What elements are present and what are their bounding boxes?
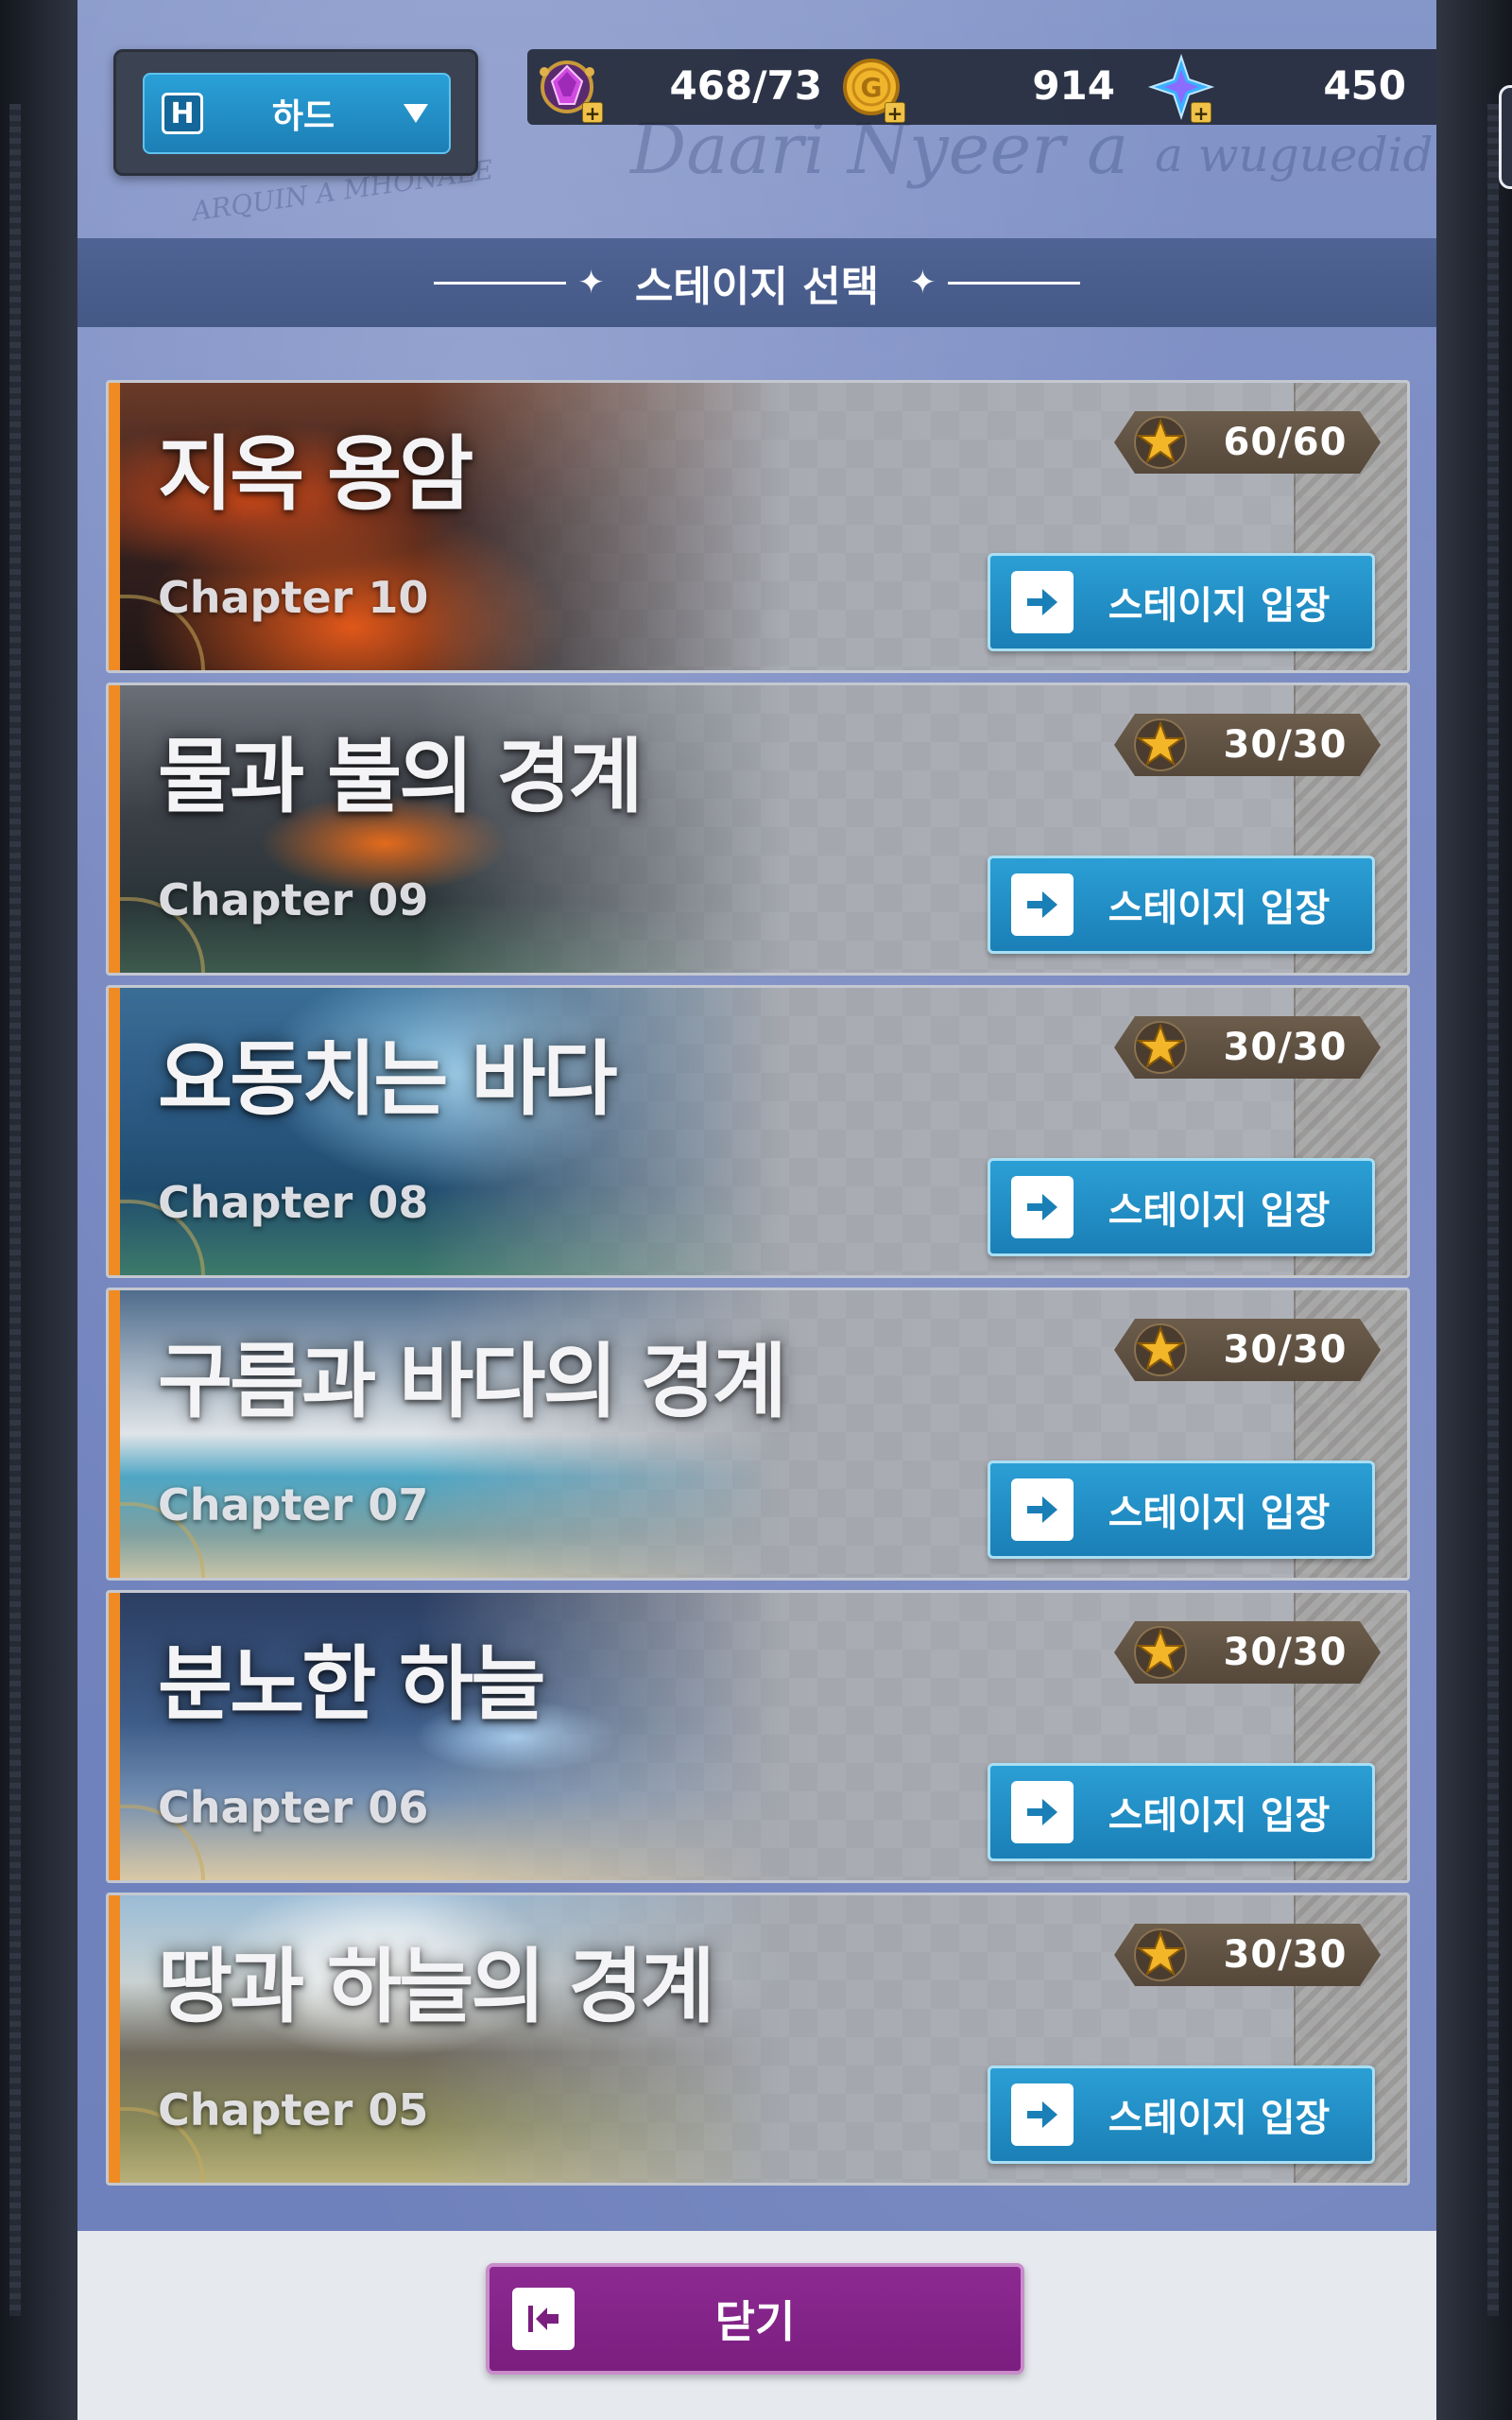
star-icon <box>1134 1626 1187 1679</box>
chapter-number: Chapter 10 <box>158 572 429 623</box>
enter-stage-label: 스테이지 입장 <box>1108 584 1331 628</box>
arrow-right-icon <box>1011 1478 1074 1541</box>
divider <box>947 281 1080 285</box>
resource-value: 468/73 <box>669 62 822 109</box>
enter-stage-label: 스테이지 입장 <box>1108 1794 1331 1838</box>
star-count: 30/30 <box>1223 1328 1348 1372</box>
arrow-right-icon <box>1011 1781 1074 1843</box>
chapter-card[interactable]: 물과 불의 경계 Chapter 09 30/30 스테이지 입장 <box>106 683 1410 976</box>
divider <box>434 281 567 285</box>
card-accent-bar <box>109 1593 120 1880</box>
chapter-title: 요동치는 바다 <box>158 1032 618 1127</box>
star-icon <box>1134 1928 1187 1981</box>
difficulty-badge: H <box>162 93 203 134</box>
resource-crystal[interactable]: + 450 <box>1134 49 1436 125</box>
plus-icon[interactable]: + <box>885 102 905 124</box>
star-icon <box>1134 1021 1187 1074</box>
arrow-right-icon <box>1011 1176 1074 1238</box>
chapter-title: 땅과 하늘의 경계 <box>158 1940 715 2034</box>
resource-bar: + 468/73 G + 914 + 450 <box>527 49 1436 125</box>
star-icon <box>1134 718 1187 771</box>
star-count-badge: 60/60 <box>1114 411 1381 474</box>
resource-value: 450 <box>1323 62 1406 109</box>
arrow-right-icon <box>1011 571 1074 633</box>
arrow-right-icon <box>1011 873 1074 936</box>
star-count-badge: 30/30 <box>1114 714 1381 776</box>
difficulty-dropdown[interactable]: H 하드 <box>143 73 451 154</box>
star-count-badge: 30/30 <box>1114 1924 1381 1986</box>
sparkle-icon: ✦ <box>909 264 936 302</box>
chapter-title: 물과 불의 경계 <box>158 730 644 824</box>
plus-icon[interactable]: + <box>582 102 603 124</box>
chapter-card[interactable]: 땅과 하늘의 경계 Chapter 05 30/30 스테이지 입장 <box>106 1893 1410 2186</box>
enter-stage-button[interactable]: 스테이지 입장 <box>988 1158 1375 1256</box>
exit-icon <box>512 2288 575 2350</box>
star-count: 60/60 <box>1223 421 1348 464</box>
card-accent-bar <box>109 685 120 973</box>
chapter-title: 지옥 용암 <box>158 427 473 522</box>
star-count: 30/30 <box>1223 1026 1348 1069</box>
card-accent-bar <box>109 1895 120 2183</box>
chapter-card[interactable]: 요동치는 바다 Chapter 08 30/30 스테이지 입장 <box>106 985 1410 1278</box>
page-title: 스테이지 선택 <box>634 263 880 311</box>
chapter-number: Chapter 08 <box>158 1177 429 1228</box>
star-count-badge: 30/30 <box>1114 1621 1381 1684</box>
arrow-right-icon <box>1011 2083 1074 2146</box>
chapter-title: 분노한 하늘 <box>158 1637 546 1732</box>
close-button[interactable]: 닫기 <box>486 2263 1024 2375</box>
star-count: 30/30 <box>1223 1933 1348 1977</box>
chapter-number: Chapter 09 <box>158 874 429 925</box>
card-accent-bar <box>109 1290 120 1578</box>
star-count: 30/30 <box>1223 1631 1348 1674</box>
svg-text:G: G <box>861 72 883 103</box>
enter-stage-label: 스테이지 입장 <box>1108 2097 1331 2140</box>
chapter-card[interactable]: 분노한 하늘 Chapter 06 30/30 스테이지 입장 <box>106 1590 1410 1883</box>
chapter-card[interactable]: 지옥 용암 Chapter 10 60/60 스테이지 입장 <box>106 380 1410 673</box>
star-count-badge: 30/30 <box>1114 1319 1381 1381</box>
resource-gold[interactable]: G + 914 <box>832 49 1134 125</box>
enter-stage-button[interactable]: 스테이지 입장 <box>988 1763 1375 1861</box>
resource-value: 914 <box>1032 62 1115 109</box>
chapter-title: 구름과 바다의 경계 <box>158 1335 787 1429</box>
chevron-down-icon <box>404 104 428 123</box>
difficulty-label: 하드 <box>271 97 335 136</box>
resource-gems[interactable]: + 468/73 <box>527 49 832 125</box>
enter-stage-label: 스테이지 입장 <box>1108 1189 1331 1233</box>
enter-stage-button[interactable]: 스테이지 입장 <box>988 1461 1375 1559</box>
chapter-number: Chapter 05 <box>158 2084 429 2135</box>
star-count: 30/30 <box>1223 723 1348 767</box>
background-map-text: a wuguedid <box>1155 128 1434 182</box>
side-tab-handle[interactable] <box>1499 85 1512 189</box>
enter-stage-button[interactable]: 스테이지 입장 <box>988 856 1375 954</box>
enter-stage-label: 스테이지 입장 <box>1108 1492 1331 1535</box>
chapter-number: Chapter 06 <box>158 1782 429 1833</box>
close-label: 닫기 <box>714 2296 796 2347</box>
enter-stage-button[interactable]: 스테이지 입장 <box>988 553 1375 651</box>
sparkle-icon: ✦ <box>577 264 605 302</box>
chapter-number: Chapter 07 <box>158 1479 429 1530</box>
chapter-card[interactable]: 구름과 바다의 경계 Chapter 07 30/30 스테이지 입장 <box>106 1288 1410 1581</box>
plus-icon[interactable]: + <box>1191 102 1211 124</box>
enter-stage-button[interactable]: 스테이지 입장 <box>988 2066 1375 2164</box>
star-icon <box>1134 1323 1187 1376</box>
right-frame <box>1436 0 1512 2420</box>
title-band: ✦ 스테이지 선택 ✦ <box>77 238 1436 327</box>
left-frame <box>0 0 77 2420</box>
star-count-badge: 30/30 <box>1114 1016 1381 1079</box>
card-accent-bar <box>109 988 120 1275</box>
card-accent-bar <box>109 383 120 670</box>
difficulty-panel: H 하드 <box>113 49 478 176</box>
enter-stage-label: 스테이지 입장 <box>1108 887 1331 930</box>
star-icon <box>1134 416 1187 469</box>
